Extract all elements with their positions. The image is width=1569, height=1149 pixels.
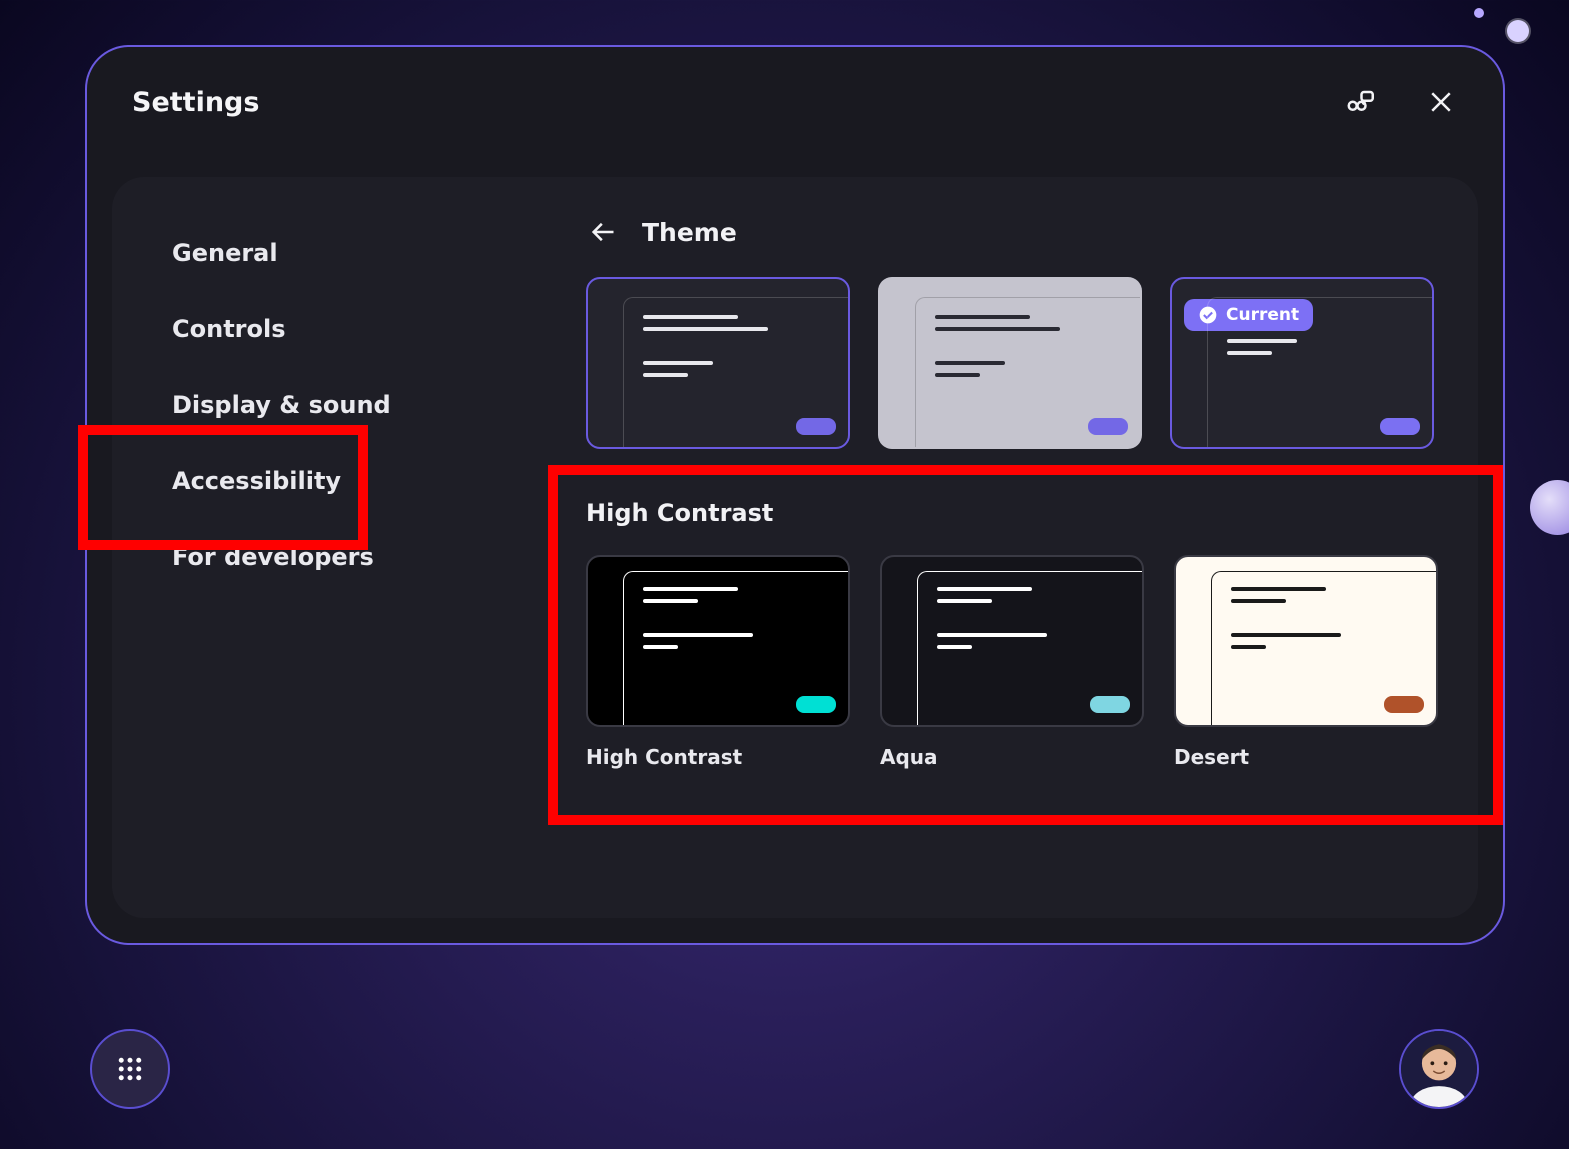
title-actions [1342, 85, 1458, 119]
sidebar-item-for-developers[interactable]: For developers [112, 519, 546, 595]
content-pane: Theme [546, 177, 1478, 918]
hc-label-aqua: Aqua [880, 745, 1144, 769]
avatar-icon [1401, 1031, 1477, 1107]
sidebar-item-general[interactable]: General [112, 215, 546, 291]
theme-row: Current [586, 277, 1438, 449]
titlebar: Settings [87, 47, 1503, 157]
apps-button[interactable] [90, 1029, 170, 1109]
sidebar-item-controls[interactable]: Controls [112, 291, 546, 367]
close-button[interactable] [1424, 85, 1458, 119]
sidebar-item-accessibility[interactable]: Accessibility [112, 443, 546, 519]
hc-option-high-contrast[interactable] [586, 555, 850, 727]
window-body: General Controls Display & sound Accessi… [112, 177, 1478, 918]
theme-option-light[interactable] [878, 277, 1142, 449]
high-contrast-row: High Contrast Aqua [586, 555, 1438, 769]
planet-decoration [1474, 8, 1484, 18]
apps-grid-icon [115, 1054, 145, 1084]
planet-decoration [1530, 480, 1569, 535]
feedback-icon [1344, 87, 1374, 117]
hc-option-aqua[interactable] [880, 555, 1144, 727]
sidebar-item-display-sound[interactable]: Display & sound [112, 367, 546, 443]
theme-option-current[interactable]: Current [1170, 277, 1434, 449]
theme-option-dark[interactable] [586, 277, 850, 449]
hc-label-high-contrast: High Contrast [586, 745, 850, 769]
hc-option-desert[interactable] [1174, 555, 1438, 727]
check-circle-icon [1198, 305, 1218, 325]
current-badge-label: Current [1226, 305, 1299, 325]
settings-window: Settings General Controls Display & soun [85, 45, 1505, 945]
high-contrast-title: High Contrast [586, 499, 1438, 527]
avatar-button[interactable] [1399, 1029, 1479, 1109]
sidebar: General Controls Display & sound Accessi… [112, 177, 546, 918]
arrow-left-icon [589, 218, 617, 246]
hc-label-desert: Desert [1174, 745, 1438, 769]
close-icon [1426, 87, 1456, 117]
content-header: Theme [586, 215, 1438, 249]
back-button[interactable] [586, 215, 620, 249]
content-title: Theme [642, 218, 737, 247]
feedback-button[interactable] [1342, 85, 1376, 119]
current-badge: Current [1184, 299, 1313, 331]
planet-decoration [1507, 20, 1529, 42]
page-title: Settings [132, 87, 259, 118]
